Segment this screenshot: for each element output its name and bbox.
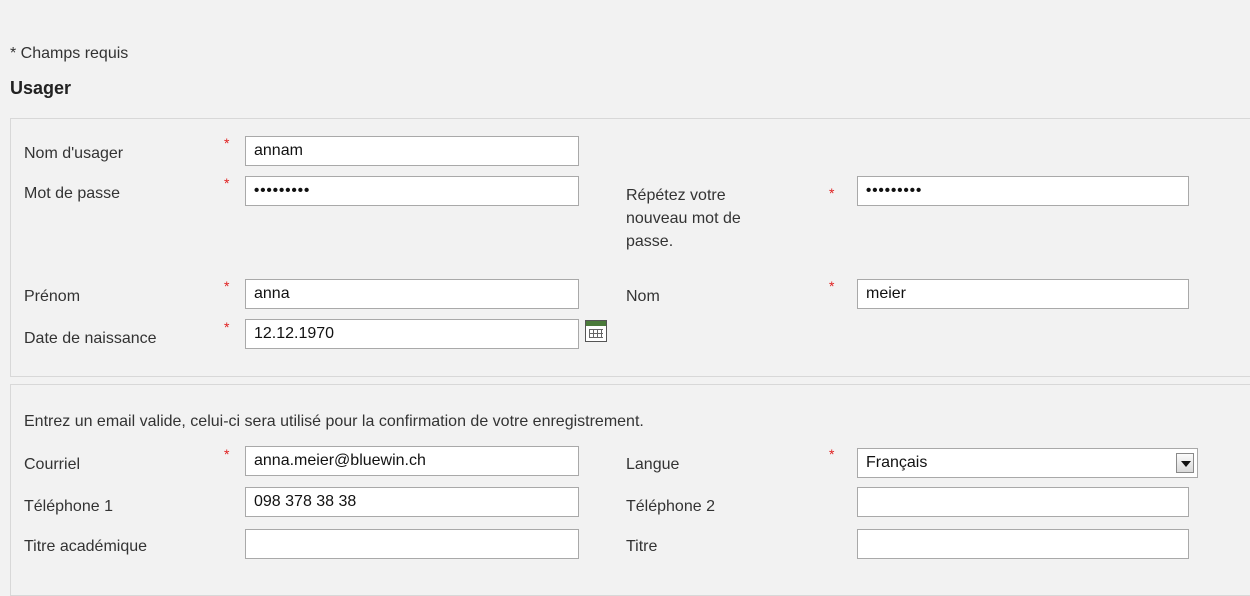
title-input[interactable] [857,529,1189,559]
email-label: Courriel [24,456,81,473]
email-required-mark: * [224,446,230,462]
username-input[interactable] [245,136,579,166]
lastname-input[interactable] [857,279,1189,309]
birthdate-input[interactable] [245,319,579,349]
lastname-label: Nom [626,288,660,305]
required-fields-note: * Champs requis [10,45,129,62]
calendar-icon[interactable] [585,320,607,342]
birthdate-label: Date de naissance [24,330,157,347]
phone1-input[interactable] [245,487,579,517]
password-input[interactable]: ••••••••• [245,176,579,206]
repeat-password-label-line3: passe. [626,233,674,250]
firstname-required-mark: * [224,278,230,294]
language-select[interactable]: Français [857,448,1198,478]
repeat-password-input[interactable]: ••••••••• [857,176,1189,206]
username-required-mark: * [224,135,230,151]
repeat-password-label-line1: Répétez votre [626,187,726,204]
language-label: Langue [626,456,680,473]
academic-title-input[interactable] [245,529,579,559]
repeat-password-required-mark: * [829,185,835,201]
firstname-input[interactable] [245,279,579,309]
phone2-label: Téléphone 2 [626,498,715,515]
calendar-icon-header [586,321,606,326]
username-label: Nom d'usager [24,145,124,162]
section-title: Usager [10,78,72,98]
title-label: Titre [626,538,658,555]
academic-title-label: Titre académique [24,538,148,555]
email-intro-text: Entrez un email valide, celui-ci sera ut… [24,413,644,430]
repeat-password-label-line2: nouveau mot de [626,210,741,227]
password-required-mark: * [224,175,230,191]
language-selected-value: Français [866,454,928,471]
birthdate-required-mark: * [224,319,230,335]
lastname-required-mark: * [829,278,835,294]
repeat-password-label: Répétez votre nouveau mot de passe. [626,184,741,253]
calendar-icon-grid [589,329,603,338]
firstname-label: Prénom [24,288,81,305]
email-input[interactable] [245,446,579,476]
phone2-input[interactable] [857,487,1189,517]
language-required-mark: * [829,446,835,462]
chevron-down-icon[interactable] [1176,453,1194,473]
phone1-label: Téléphone 1 [24,498,113,515]
password-label: Mot de passe [24,185,121,202]
